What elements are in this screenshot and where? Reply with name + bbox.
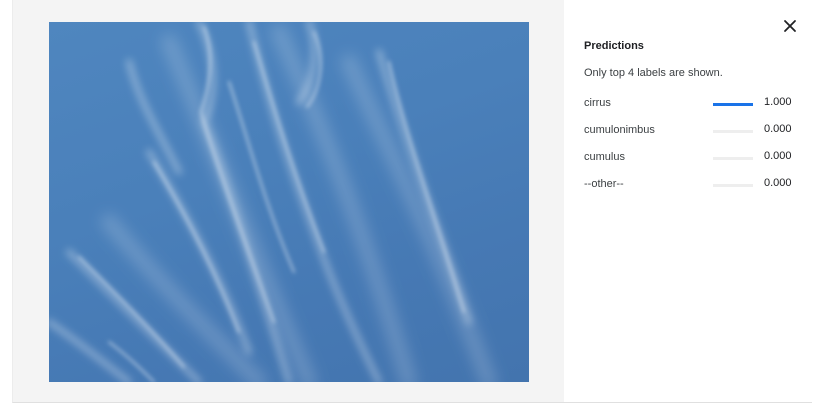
prediction-row: --other-- 0.000 xyxy=(584,177,804,194)
prediction-bar-fill xyxy=(713,103,753,106)
prediction-row: cumulonimbus 0.000 xyxy=(584,123,804,140)
prediction-score: 0.000 xyxy=(764,150,792,162)
prediction-row: cumulus 0.000 xyxy=(584,150,804,167)
prediction-dialog: Predictions Only top 4 labels are shown.… xyxy=(12,0,812,403)
predictions-title: Predictions xyxy=(584,40,644,52)
prediction-label: --other-- xyxy=(584,178,624,190)
predictions-panel: Predictions Only top 4 labels are shown.… xyxy=(584,0,804,402)
prediction-row: cirrus 1.000 xyxy=(584,96,804,113)
prediction-bar xyxy=(713,157,753,160)
prediction-bar xyxy=(713,103,753,106)
prediction-label: cumulonimbus xyxy=(584,124,655,136)
image-pane xyxy=(13,0,564,402)
prediction-score: 1.000 xyxy=(764,96,792,108)
prediction-label: cirrus xyxy=(584,97,611,109)
cirrus-sky-image xyxy=(49,22,529,382)
predictions-subtitle: Only top 4 labels are shown. xyxy=(584,67,723,79)
prediction-bar xyxy=(713,184,753,187)
prediction-label: cumulus xyxy=(584,151,625,163)
prediction-score: 0.000 xyxy=(764,123,792,135)
prediction-bar xyxy=(713,130,753,133)
prediction-score: 0.000 xyxy=(764,177,792,189)
